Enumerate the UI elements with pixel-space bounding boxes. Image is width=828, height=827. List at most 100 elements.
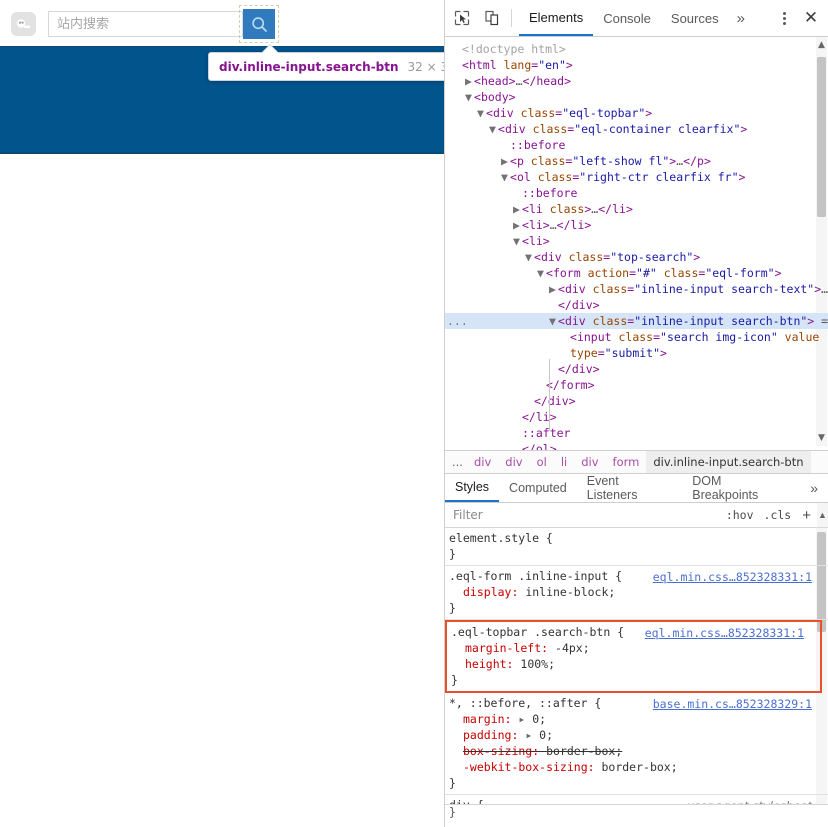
site-search-field[interactable] xyxy=(48,11,258,37)
more-tabs-icon[interactable]: » xyxy=(729,1,753,36)
breadcrumb-item[interactable]: div xyxy=(498,455,529,469)
twisty-collapsed-icon[interactable]: ▶ xyxy=(501,153,510,169)
style-property-name[interactable]: margin: xyxy=(463,712,518,726)
dom-node[interactable]: ▶ <head>…</head> xyxy=(445,73,828,89)
tab-sources[interactable]: Sources xyxy=(661,1,729,36)
dom-node[interactable]: </form> xyxy=(445,377,828,393)
twisty-expanded-icon[interactable]: ▼ xyxy=(501,169,510,185)
style-property-name[interactable]: box-sizing: xyxy=(463,744,546,758)
twisty-expanded-icon[interactable]: ▼ xyxy=(513,233,522,249)
tab-elements[interactable]: Elements xyxy=(519,1,594,36)
breadcrumb-item[interactable]: ... xyxy=(445,455,467,469)
styles-scroll-up-icon[interactable]: ▲ xyxy=(817,503,828,527)
dom-node[interactable]: <html lang="en"> xyxy=(445,57,828,73)
dom-node[interactable]: ▼ <body> xyxy=(445,89,828,105)
tab-console[interactable]: Console xyxy=(593,1,661,36)
style-origin-link[interactable]: eql.min.css…852328331:1 xyxy=(653,569,812,585)
breadcrumb[interactable]: ... div div ol li div form div.inline-input.sea… xyxy=(445,450,828,474)
style-property-value[interactable]: inline-block; xyxy=(525,585,615,599)
dom-node[interactable]: ▶ <li class>…</li> xyxy=(445,201,828,217)
dom-node[interactable]: </div> xyxy=(445,393,828,409)
breadcrumb-item[interactable]: div.inline-input.search-btn xyxy=(646,451,811,473)
dom-node[interactable]: ::after xyxy=(445,425,828,441)
style-declaration[interactable]: margin-left: -4px; xyxy=(449,640,820,656)
style-property-value[interactable]: border-box; xyxy=(601,760,677,774)
dom-node[interactable]: <input class="search img-icon" value xyxy=(445,329,828,345)
style-declaration[interactable]: box-sizing: border-box; xyxy=(447,743,828,759)
site-logo-icon[interactable] xyxy=(11,12,36,36)
device-toolbar-icon[interactable] xyxy=(479,5,505,31)
twisty-expanded-icon[interactable]: ▼ xyxy=(525,249,534,265)
kebab-menu-icon[interactable] xyxy=(772,5,796,31)
twisty-expanded-icon[interactable]: ▼ xyxy=(549,313,558,329)
style-property-name[interactable]: -webkit-box-sizing: xyxy=(463,760,601,774)
style-declaration[interactable]: -webkit-box-sizing: border-box; xyxy=(447,759,828,775)
dom-node[interactable]: ▶ <p class="left-show fl">…</p> xyxy=(445,153,828,169)
dom-tree[interactable]: ▲ ▼ <!doctype html> <html lang="en"> ▶ <he… xyxy=(445,37,828,450)
twisty-expanded-icon[interactable]: ▼ xyxy=(537,265,546,281)
style-property-value[interactable]: 100%; xyxy=(520,657,555,671)
style-origin-link[interactable]: eql.min.css…852328331:1 xyxy=(645,625,804,641)
dom-node[interactable]: </div> xyxy=(445,297,828,313)
dom-node[interactable]: ▼ <li> xyxy=(445,233,828,249)
style-property-name[interactable]: height: xyxy=(465,657,520,671)
dom-node-selected[interactable]: ... ▼ <div class="inline-input search-btn"… xyxy=(445,313,828,329)
styles-tab-dom-breakpoints[interactable]: DOM Breakpoints xyxy=(682,474,800,502)
style-declaration[interactable]: padding: ▸ 0; xyxy=(447,727,828,743)
styles-tab-computed[interactable]: Computed xyxy=(499,475,577,502)
style-property-name[interactable]: padding: xyxy=(463,728,525,742)
styles-filter-input[interactable] xyxy=(445,507,721,523)
styles-rules-list[interactable]: element.style {} .eql-form .inline-input … xyxy=(445,528,828,825)
dom-node[interactable]: ▼ <div class="top-search"> xyxy=(445,249,828,265)
new-style-rule-button[interactable]: + xyxy=(796,507,817,524)
style-declaration[interactable]: height: 100%; xyxy=(449,656,820,672)
style-rule-selector[interactable]: element.style { xyxy=(447,530,828,546)
dom-node[interactable]: <!doctype html> xyxy=(445,41,828,57)
close-icon[interactable]: ✕ xyxy=(796,5,826,31)
dom-node[interactable]: </ol> xyxy=(445,441,828,450)
dom-node[interactable]: type="submit"> xyxy=(445,345,828,361)
breadcrumb-item[interactable]: div xyxy=(467,455,498,469)
search-input[interactable] xyxy=(49,12,258,36)
twisty-collapsed-icon[interactable]: ▶ xyxy=(465,73,474,89)
style-rule[interactable]: element.style {} xyxy=(445,528,828,566)
twisty-collapsed-icon[interactable]: ▶ xyxy=(513,201,522,217)
search-submit-button[interactable] xyxy=(243,9,275,39)
style-origin-link[interactable]: base.min.cs…852328329:1 xyxy=(653,696,812,712)
dom-node[interactable]: ::before xyxy=(445,137,828,153)
breadcrumb-item[interactable]: form xyxy=(606,455,647,469)
twisty-expanded-icon[interactable]: ▼ xyxy=(477,105,486,121)
breadcrumb-item[interactable]: div xyxy=(574,455,605,469)
style-property-value[interactable]: 0; xyxy=(532,712,546,726)
twisty-collapsed-icon[interactable]: ▶ xyxy=(549,281,558,297)
dom-node[interactable]: ▶ <div class="inline-input search-text">… xyxy=(445,281,828,297)
style-property-value[interactable]: border-box; xyxy=(546,744,622,758)
dom-node[interactable]: ▶ <li>…</li> xyxy=(445,217,828,233)
style-property-name[interactable]: display: xyxy=(463,585,525,599)
twisty-expanded-icon[interactable]: ▼ xyxy=(465,89,474,105)
dom-node[interactable]: ▼ <form action="#" class="eql-form"> xyxy=(445,265,828,281)
styles-tab-styles[interactable]: Styles xyxy=(445,475,500,502)
hover-state-button[interactable]: :hov xyxy=(721,508,759,522)
expand-shorthand-icon[interactable]: ▸ xyxy=(525,728,539,742)
dom-node[interactable]: ::before xyxy=(445,185,828,201)
styles-tabs-more-icon[interactable]: » xyxy=(800,475,828,502)
breadcrumb-item[interactable]: ol xyxy=(530,455,554,469)
breadcrumb-item[interactable]: li xyxy=(554,455,574,469)
style-rule[interactable]: *, ::before, ::after {margin: ▸ 0; paddin… xyxy=(445,693,828,795)
style-rule[interactable]: .eql-form .inline-input {display: inline… xyxy=(445,566,828,620)
style-rule-highlighted[interactable]: .eql-topbar .search-btn {margin-left: -4… xyxy=(445,620,822,693)
style-property-value[interactable]: 0; xyxy=(539,728,553,742)
style-property-value[interactable]: -4px; xyxy=(555,641,590,655)
dom-node[interactable]: ▼ <div class="eql-topbar"> xyxy=(445,105,828,121)
styles-tab-event-listeners[interactable]: Event Listeners xyxy=(577,474,683,502)
dom-node[interactable]: </div> xyxy=(445,361,828,377)
twisty-expanded-icon[interactable]: ▼ xyxy=(489,121,498,137)
twisty-collapsed-icon[interactable]: ▶ xyxy=(513,217,522,233)
style-declaration[interactable]: margin: ▸ 0; xyxy=(447,711,828,727)
expand-shorthand-icon[interactable]: ▸ xyxy=(518,712,532,726)
dom-node[interactable]: </li> xyxy=(445,409,828,425)
dom-node[interactable]: ▼ <ol class="right-ctr clearfix fr"> xyxy=(445,169,828,185)
style-declaration[interactable]: display: inline-block; xyxy=(447,584,828,600)
inspect-cursor-icon[interactable] xyxy=(449,5,475,31)
